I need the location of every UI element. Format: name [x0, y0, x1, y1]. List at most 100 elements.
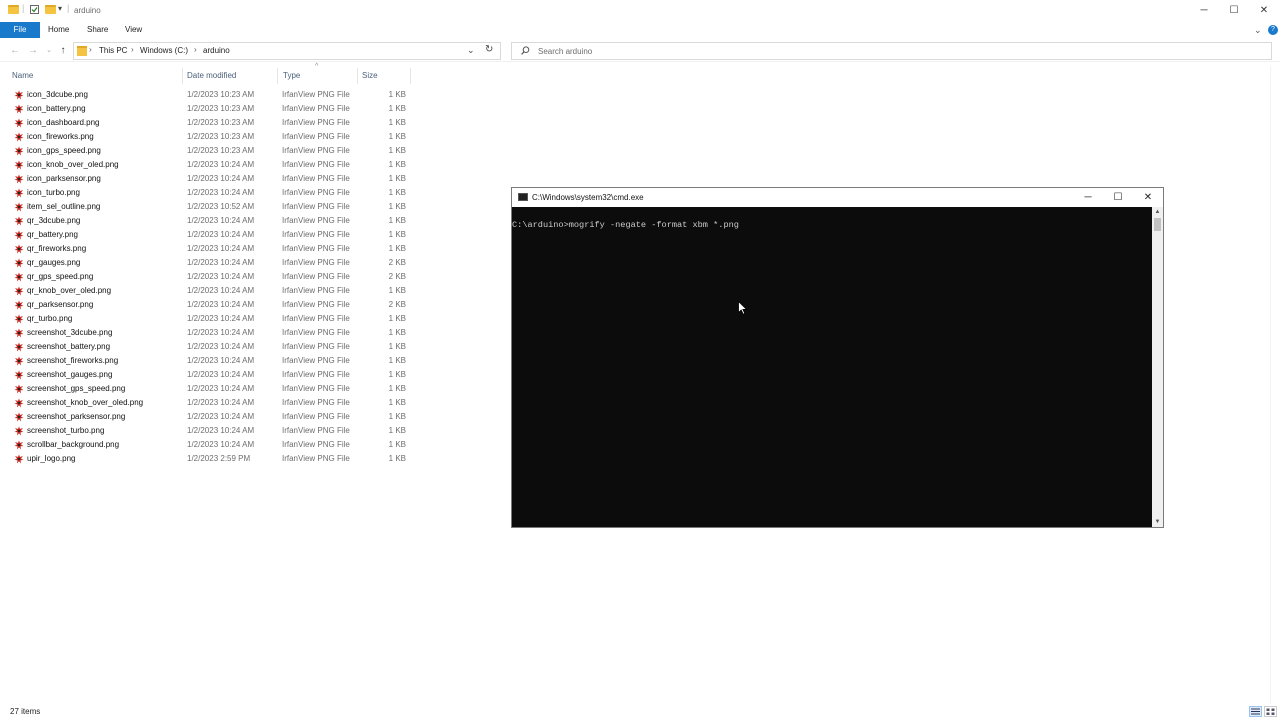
file-name[interactable]: qr_knob_over_oled.png — [27, 286, 111, 295]
file-row[interactable]: qr_battery.png 1/2/2023 10:24 AM IrfanView… — [0, 228, 412, 242]
cmd-scrollbar[interactable]: ▲ ▼ — [1152, 207, 1163, 527]
file-name[interactable]: icon_knob_over_oled.png — [27, 160, 119, 169]
address-bar[interactable]: › This PC › Windows (C:) › arduino ⌄ ↻ — [73, 42, 501, 60]
tab-home[interactable]: Home — [48, 22, 69, 38]
file-row[interactable]: item_sel_outline.png 1/2/2023 10:52 AM Irf… — [0, 200, 412, 214]
breadcrumb-windows-c[interactable]: Windows (C:) — [140, 46, 188, 55]
breadcrumb-separator[interactable]: › — [194, 45, 197, 54]
column-divider[interactable] — [410, 68, 411, 84]
file-row[interactable]: icon_gps_speed.png 1/2/2023 10:23 AM Irfan… — [0, 144, 412, 158]
file-row[interactable]: icon_turbo.png 1/2/2023 10:24 AM IrfanView… — [0, 186, 412, 200]
file-name[interactable]: screenshot_turbo.png — [27, 426, 104, 435]
back-button[interactable]: ← — [8, 44, 22, 58]
expand-ribbon-button[interactable]: ⌄ — [1254, 22, 1262, 38]
file-row[interactable]: icon_parksensor.png 1/2/2023 10:24 AM Irfa… — [0, 172, 412, 186]
customize-quick-access-icon[interactable]: ▾ — [58, 4, 62, 13]
close-button[interactable]: ✕ — [1249, 0, 1279, 22]
details-view-button[interactable] — [1249, 706, 1262, 717]
file-name[interactable]: icon_gps_speed.png — [27, 146, 101, 155]
recent-locations-button[interactable]: ⌄ — [42, 44, 56, 58]
file-name[interactable]: upir_logo.png — [27, 454, 75, 463]
scrollbar-thumb[interactable] — [1154, 218, 1161, 231]
file-name[interactable]: icon_dashboard.png — [27, 118, 100, 127]
new-folder-icon[interactable] — [45, 5, 56, 14]
file-name[interactable]: screenshot_gauges.png — [27, 370, 112, 379]
file-row[interactable]: qr_turbo.png 1/2/2023 10:24 AM IrfanView P… — [0, 312, 412, 326]
file-row[interactable]: qr_fireworks.png 1/2/2023 10:24 AM IrfanVi… — [0, 242, 412, 256]
file-name[interactable]: screenshot_parksensor.png — [27, 412, 125, 421]
cmd-maximize-button[interactable]: ☐ — [1103, 188, 1133, 207]
minimize-button-real[interactable]: ─ — [1189, 0, 1219, 22]
file-row[interactable]: qr_3dcube.png 1/2/2023 10:24 AM IrfanView … — [0, 214, 412, 228]
file-row[interactable]: screenshot_knob_over_oled.png 1/2/2023 10… — [0, 396, 412, 410]
console-output[interactable]: C:\arduino>mogrify -negate -format xbm *… — [512, 207, 1152, 527]
search-input[interactable]: Search arduino — [511, 42, 1272, 60]
file-name[interactable]: icon_fireworks.png — [27, 132, 94, 141]
file-row[interactable]: icon_fireworks.png 1/2/2023 10:23 AM Irfan… — [0, 130, 412, 144]
breadcrumb-arduino[interactable]: arduino — [203, 46, 230, 55]
file-name[interactable]: icon_parksensor.png — [27, 174, 101, 183]
file-row[interactable]: scrollbar_background.png 1/2/2023 10:24 A… — [0, 438, 412, 452]
file-name[interactable]: icon_3dcube.png — [27, 90, 88, 99]
scroll-down-arrow-icon[interactable]: ▼ — [1152, 517, 1163, 527]
column-header-date-modified[interactable]: Date modified — [187, 71, 236, 80]
file-row[interactable]: icon_battery.png 1/2/2023 10:23 AM IrfanVi… — [0, 102, 412, 116]
large-icons-view-button[interactable] — [1264, 706, 1277, 717]
column-header-size[interactable]: Size — [362, 71, 378, 80]
cmd-minimize-button[interactable]: ─ — [1073, 188, 1103, 207]
file-name[interactable]: scrollbar_background.png — [27, 440, 119, 449]
column-divider[interactable] — [277, 68, 278, 84]
file-row[interactable]: upir_logo.png 1/2/2023 2:59 PM IrfanView P… — [0, 452, 412, 466]
help-button[interactable]: ? — [1268, 25, 1278, 35]
file-name[interactable]: qr_3dcube.png — [27, 216, 80, 225]
file-row[interactable]: qr_parksensor.png 1/2/2023 10:24 AM IrfanV… — [0, 298, 412, 312]
address-dropdown-button[interactable]: ⌄ — [467, 45, 475, 56]
file-name[interactable]: screenshot_3dcube.png — [27, 328, 112, 337]
file-row[interactable]: icon_3dcube.png 1/2/2023 10:23 AM IrfanVie… — [0, 88, 412, 102]
tab-view[interactable]: View — [125, 22, 142, 38]
up-button[interactable]: ↑ — [56, 44, 70, 58]
file-name[interactable]: icon_turbo.png — [27, 188, 80, 197]
file-name[interactable]: screenshot_battery.png — [27, 342, 110, 351]
file-row[interactable]: screenshot_3dcube.png 1/2/2023 10:24 AM Ir… — [0, 326, 412, 340]
file-name[interactable]: screenshot_knob_over_oled.png — [27, 398, 143, 407]
file-row[interactable]: qr_gauges.png 1/2/2023 10:24 AM IrfanView … — [0, 256, 412, 270]
forward-button[interactable]: → — [26, 44, 40, 58]
file-row[interactable]: screenshot_battery.png 1/2/2023 10:24 AM I… — [0, 340, 412, 354]
column-header-name[interactable]: Name — [12, 71, 33, 80]
file-name[interactable]: qr_battery.png — [27, 230, 78, 239]
file-row[interactable]: screenshot_fireworks.png 1/2/2023 10:24 A… — [0, 354, 412, 368]
scroll-up-arrow-icon[interactable]: ▲ — [1152, 207, 1163, 217]
cmd-close-button[interactable]: ✕ — [1133, 188, 1163, 207]
file-row[interactable]: screenshot_gps_speed.png 1/2/2023 10:24 A… — [0, 382, 412, 396]
column-header-type[interactable]: Type — [283, 71, 300, 80]
properties-icon[interactable] — [30, 5, 39, 14]
vertical-scrollbar[interactable] — [1270, 66, 1280, 704]
column-divider[interactable] — [357, 68, 358, 84]
refresh-button[interactable]: ↻ — [485, 44, 493, 55]
cmd-title-bar[interactable]: C:\Windows\system32\cmd.exe ─ ☐ ✕ — [512, 188, 1163, 207]
breadcrumb-this-pc[interactable]: This PC — [99, 46, 127, 55]
breadcrumb-separator[interactable]: › — [131, 45, 134, 54]
file-name[interactable]: qr_parksensor.png — [27, 300, 93, 309]
file-name[interactable]: icon_battery.png — [27, 104, 86, 113]
file-row[interactable]: qr_knob_over_oled.png 1/2/2023 10:24 AM Ir… — [0, 284, 412, 298]
file-row[interactable]: icon_knob_over_oled.png 1/2/2023 10:24 AM… — [0, 158, 412, 172]
file-name[interactable]: qr_turbo.png — [27, 314, 72, 323]
file-name[interactable]: screenshot_gps_speed.png — [27, 384, 125, 393]
file-name[interactable]: screenshot_fireworks.png — [27, 356, 118, 365]
file-row[interactable]: screenshot_gauges.png 1/2/2023 10:24 AM Ir… — [0, 368, 412, 382]
tab-share[interactable]: Share — [87, 22, 108, 38]
file-row[interactable]: icon_dashboard.png 1/2/2023 10:23 AM Irfan… — [0, 116, 412, 130]
file-name[interactable]: qr_gauges.png — [27, 258, 80, 267]
file-name[interactable]: qr_fireworks.png — [27, 244, 86, 253]
file-row[interactable]: qr_gps_speed.png 1/2/2023 10:24 AM IrfanVi… — [0, 270, 412, 284]
file-row[interactable]: screenshot_parksensor.png 1/2/2023 10:24 … — [0, 410, 412, 424]
breadcrumb-separator[interactable]: › — [89, 45, 92, 54]
cmd-window[interactable]: C:\Windows\system32\cmd.exe ─ ☐ ✕ C:\ard… — [511, 187, 1164, 528]
maximize-button[interactable]: ☐ — [1219, 0, 1249, 22]
tab-file[interactable]: File — [0, 22, 40, 38]
column-divider[interactable] — [182, 68, 183, 84]
file-name[interactable]: item_sel_outline.png — [27, 202, 100, 211]
file-name[interactable]: qr_gps_speed.png — [27, 272, 93, 281]
